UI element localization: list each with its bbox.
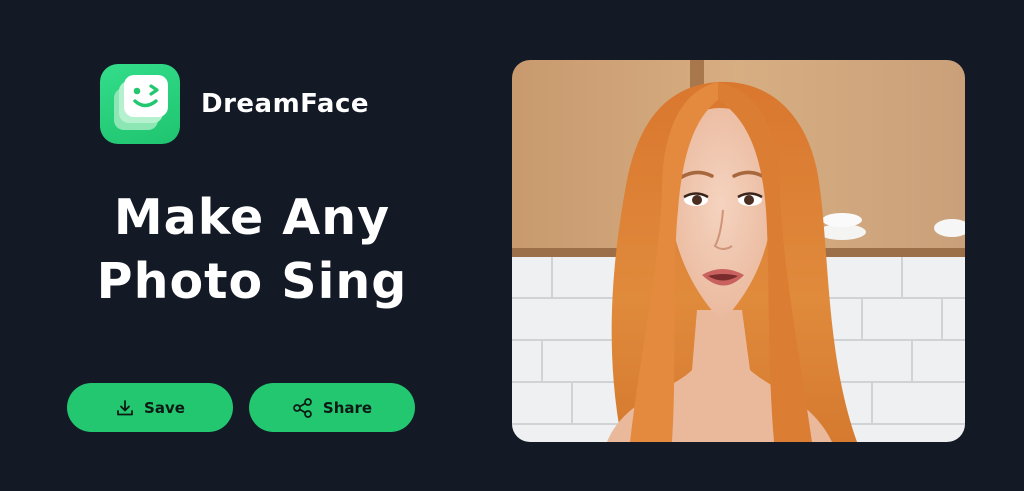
app-branding: DreamFace: [100, 64, 369, 144]
app-name: DreamFace: [201, 89, 370, 119]
share-button[interactable]: Share: [249, 383, 415, 432]
preview-photo: [512, 60, 965, 442]
share-icon: [292, 397, 314, 419]
headline: Make Any Photo Sing: [60, 186, 444, 314]
save-button[interactable]: Save: [67, 383, 233, 432]
headline-line-2: Photo Sing: [96, 253, 408, 310]
save-label: Save: [144, 398, 185, 417]
winking-face-icon: [100, 64, 180, 144]
headline-line-1: Make Any: [113, 189, 391, 246]
download-icon: [115, 398, 135, 418]
share-label: Share: [322, 398, 373, 417]
